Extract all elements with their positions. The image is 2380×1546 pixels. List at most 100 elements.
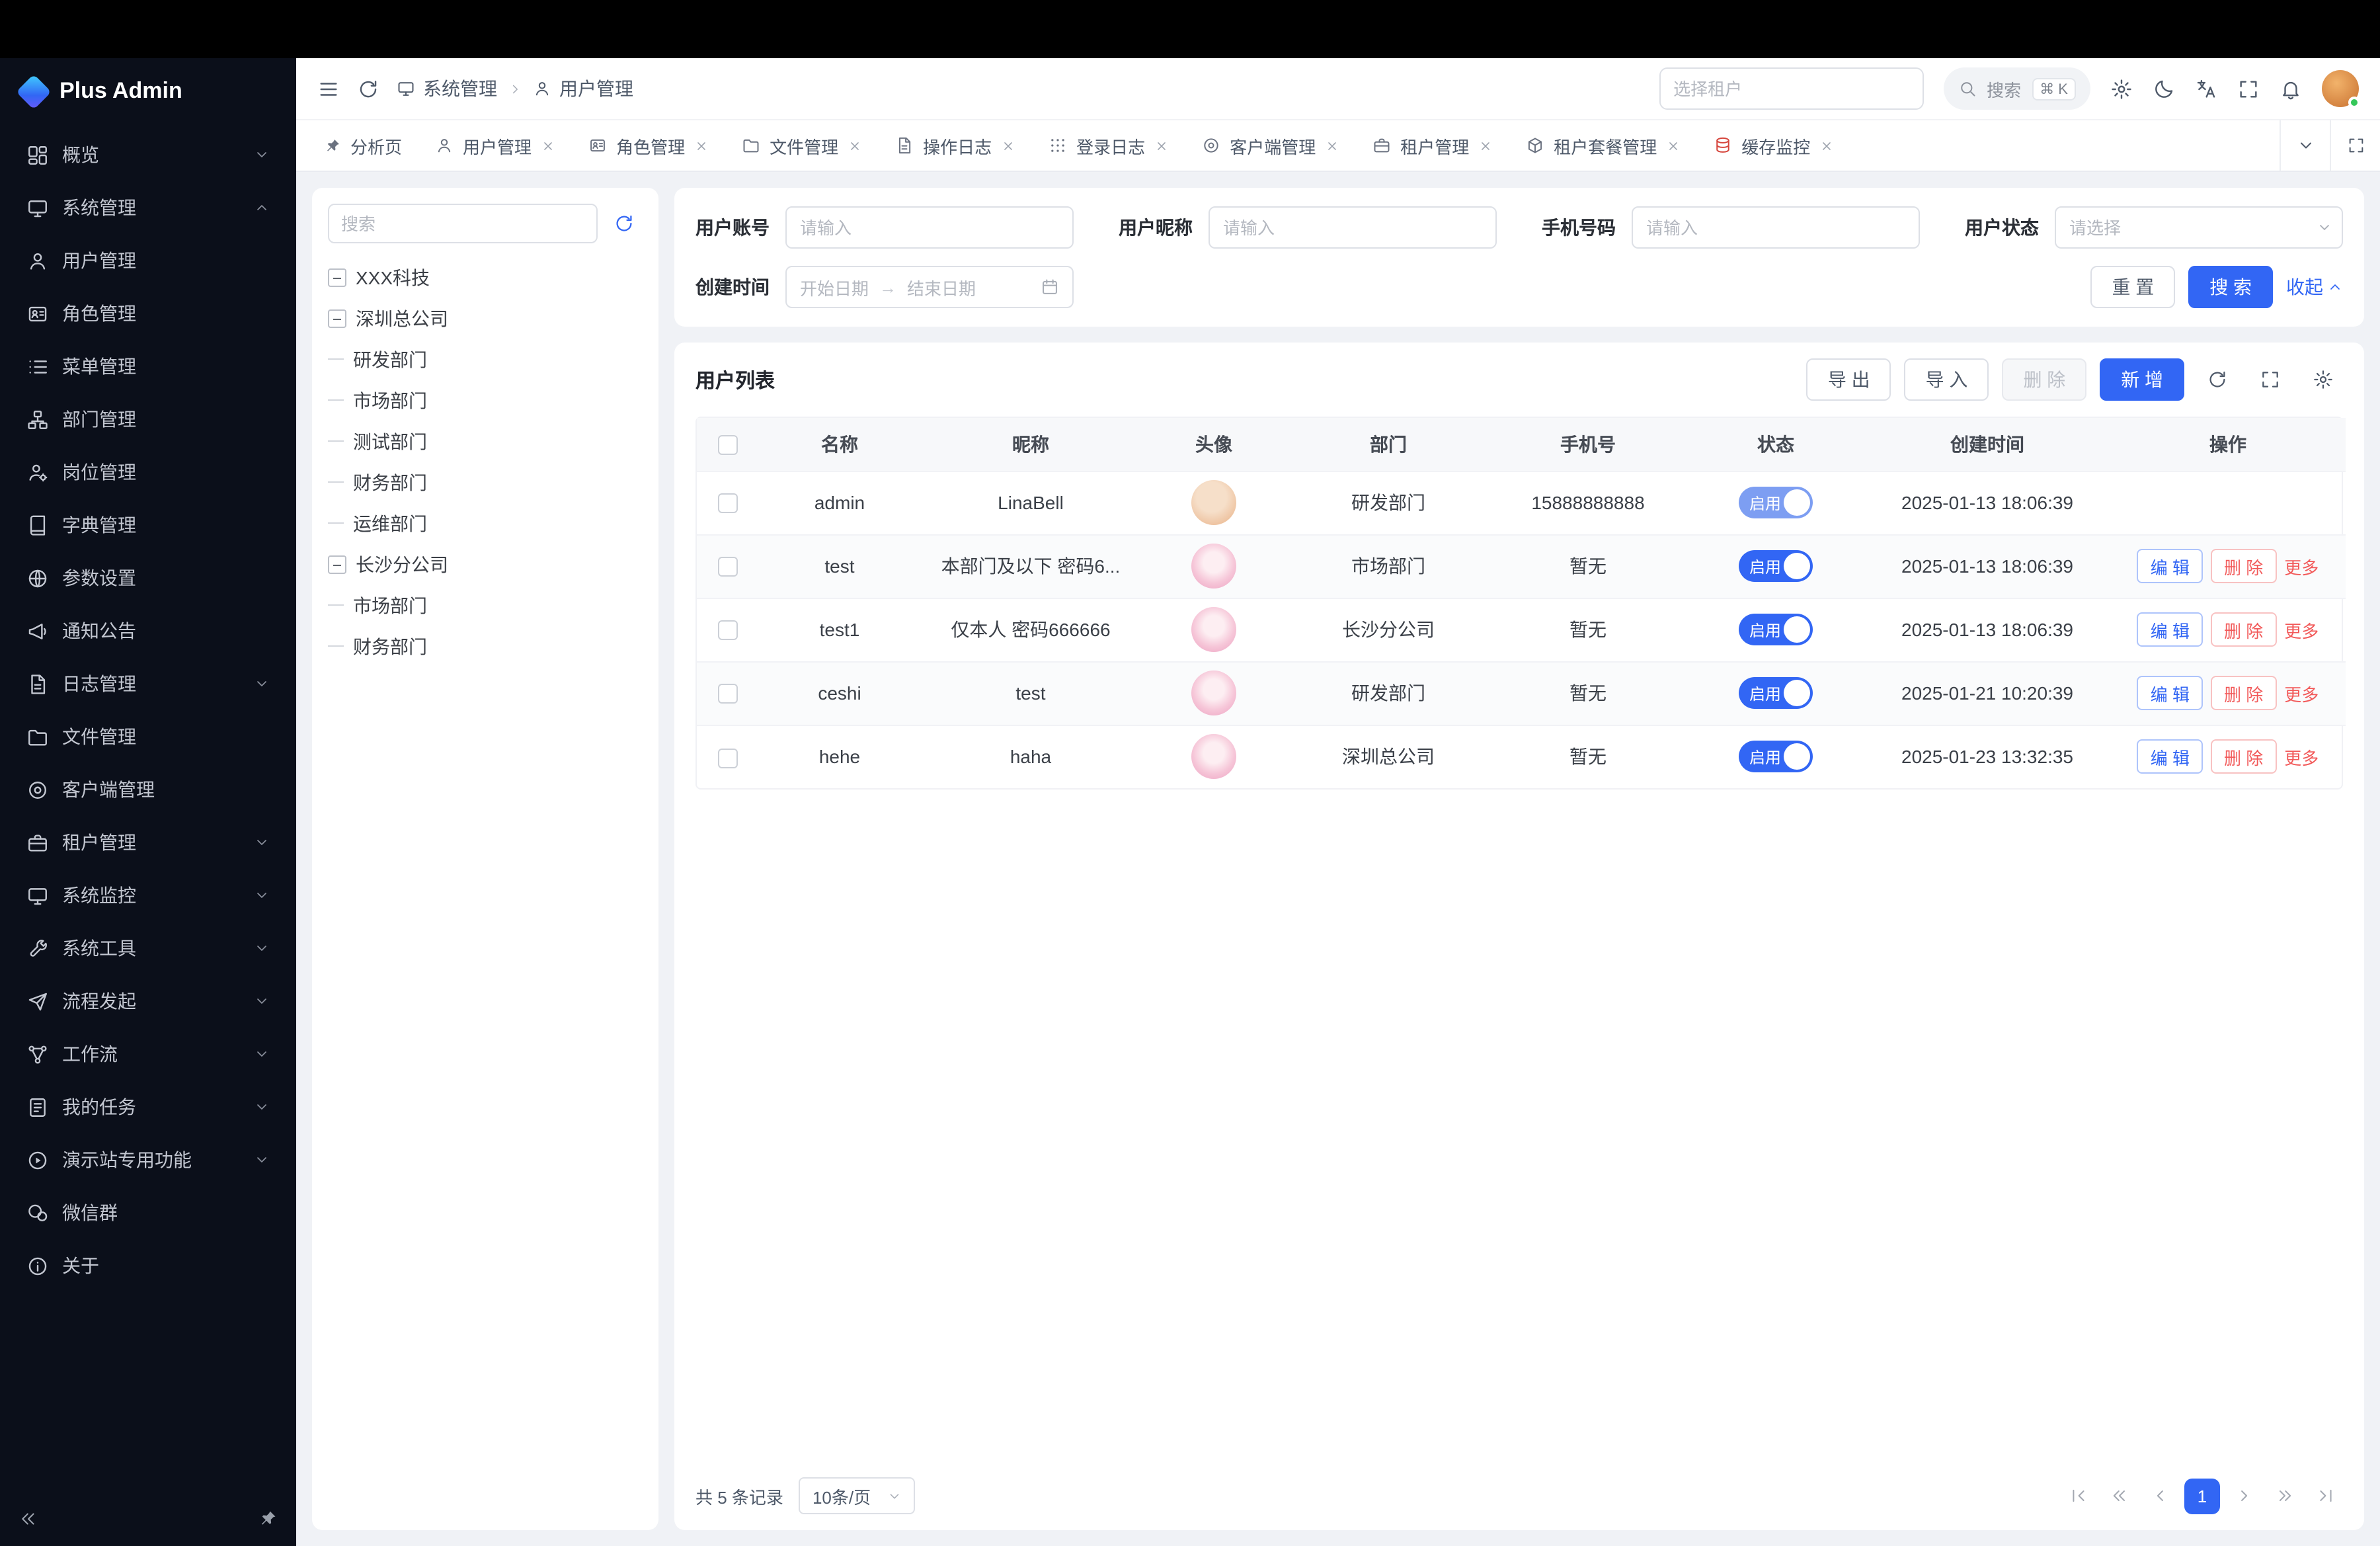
tree-refresh-button[interactable] <box>606 205 643 242</box>
sidebar-item[interactable]: 文件管理 <box>13 712 283 762</box>
sidebar-item[interactable]: 演示站专用功能 <box>13 1135 283 1185</box>
sidebar-item[interactable]: 通知公告 <box>13 606 283 656</box>
hamburger-menu-button[interactable] <box>317 77 340 100</box>
close-icon[interactable] <box>541 138 555 153</box>
sidebar-item[interactable]: 关于 <box>13 1241 283 1291</box>
filter-field-input[interactable] <box>1632 206 1920 249</box>
prev-page-button[interactable] <box>2143 1479 2178 1513</box>
tree-expand-box[interactable] <box>328 268 346 286</box>
sidebar-item[interactable]: 概览 <box>13 130 283 180</box>
sidebar-item[interactable]: 微信群 <box>13 1188 283 1238</box>
tab[interactable]: 角色管理 <box>574 126 723 165</box>
row-checkbox[interactable] <box>717 748 737 768</box>
close-icon[interactable] <box>1819 138 1834 153</box>
date-range-picker[interactable]: 开始日期 → 结束日期 <box>785 266 1074 308</box>
tab[interactable]: 分析页 <box>309 126 416 165</box>
tree-node[interactable]: 运维部门 <box>328 503 643 544</box>
tree-node[interactable]: XXX科技 <box>328 257 643 298</box>
last-page-button[interactable] <box>2309 1479 2343 1513</box>
tree-node[interactable]: 财务部门 <box>328 462 643 503</box>
row-checkbox[interactable] <box>717 557 737 577</box>
reset-button[interactable]: 重 置 <box>2090 266 2175 308</box>
delete-button[interactable]: 删 除 <box>2211 740 2276 774</box>
tree-node[interactable]: 深圳总公司 <box>328 298 643 339</box>
tab[interactable]: 操作日志 <box>881 126 1030 165</box>
more-button[interactable]: 更多 <box>2284 617 2319 642</box>
sidebar-item[interactable]: 客户端管理 <box>13 764 283 815</box>
import-button[interactable]: 导 入 <box>1905 358 1989 401</box>
tab[interactable]: 登录日志 <box>1034 126 1183 165</box>
prev-pages-button[interactable] <box>2102 1479 2137 1513</box>
more-button[interactable]: 更多 <box>2284 745 2319 770</box>
tree-node[interactable]: 测试部门 <box>328 421 643 462</box>
row-checkbox[interactable] <box>717 621 737 641</box>
next-pages-button[interactable] <box>2268 1479 2302 1513</box>
app-logo[interactable]: Plus Admin <box>0 58 296 124</box>
sidebar-item[interactable]: 流程发起 <box>13 976 283 1026</box>
more-button[interactable]: 更多 <box>2284 680 2319 706</box>
sidebar-item[interactable]: 系统管理 <box>13 183 283 233</box>
close-icon[interactable] <box>1666 138 1681 153</box>
first-page-button[interactable] <box>2061 1479 2096 1513</box>
edit-button[interactable]: 编 辑 <box>2137 549 2203 583</box>
select-all-checkbox[interactable] <box>717 435 737 455</box>
status-toggle[interactable]: 启用 <box>1739 677 1813 709</box>
sidebar-item[interactable]: 部门管理 <box>13 394 283 444</box>
table-fullscreen-button[interactable] <box>2250 360 2290 399</box>
tab[interactable]: 用户管理 <box>420 126 570 165</box>
delete-button[interactable]: 删 除 <box>2211 549 2276 583</box>
breadcrumb-item-user[interactable]: 用户管理 <box>533 75 633 102</box>
sidebar-item[interactable]: 我的任务 <box>13 1082 283 1132</box>
close-icon[interactable] <box>1154 138 1169 153</box>
delete-button[interactable]: 删 除 <box>2211 612 2276 647</box>
tree-expand-box[interactable] <box>328 309 346 327</box>
content-fullscreen-button[interactable] <box>2330 120 2380 171</box>
collapse-filters-link[interactable]: 收起 <box>2286 274 2343 300</box>
column-settings-button[interactable] <box>2303 360 2343 399</box>
sidebar-item[interactable]: 参数设置 <box>13 553 283 603</box>
notifications-button[interactable] <box>2280 77 2302 100</box>
filter-field-input[interactable] <box>785 206 1074 249</box>
sidebar-collapse-button[interactable] <box>19 1508 38 1528</box>
sidebar-pin-button[interactable] <box>258 1508 278 1528</box>
tab[interactable]: 文件管理 <box>727 126 877 165</box>
status-toggle[interactable]: 启用 <box>1739 614 1813 645</box>
dark-mode-toggle-button[interactable] <box>2153 77 2175 100</box>
tree-node[interactable]: 市场部门 <box>328 585 643 626</box>
edit-button[interactable]: 编 辑 <box>2137 612 2203 647</box>
tree-node[interactable]: 市场部门 <box>328 380 643 421</box>
breadcrumb-item-system[interactable]: 系统管理 <box>397 75 497 102</box>
edit-button[interactable]: 编 辑 <box>2137 740 2203 774</box>
add-user-button[interactable]: 新 增 <box>2100 358 2184 401</box>
current-page-button[interactable]: 1 <box>2184 1478 2220 1514</box>
table-refresh-button[interactable] <box>2198 360 2237 399</box>
next-page-button[interactable] <box>2227 1479 2261 1513</box>
fullscreen-button[interactable] <box>2237 77 2260 100</box>
status-toggle[interactable]: 启用 <box>1739 550 1813 582</box>
delete-button[interactable]: 删 除 <box>2211 676 2276 710</box>
page-size-select[interactable]: 10条/页 <box>799 1477 916 1514</box>
sidebar-item[interactable]: 角色管理 <box>13 288 283 339</box>
edit-button[interactable]: 编 辑 <box>2137 676 2203 710</box>
batch-delete-button[interactable]: 删 除 <box>2002 358 2086 401</box>
sidebar-item[interactable]: 岗位管理 <box>13 447 283 497</box>
close-icon[interactable] <box>1001 138 1015 153</box>
close-icon[interactable] <box>1325 138 1339 153</box>
sidebar-item[interactable]: 租户管理 <box>13 817 283 868</box>
sidebar-item[interactable]: 工作流 <box>13 1029 283 1079</box>
sidebar-item[interactable]: 字典管理 <box>13 500 283 550</box>
settings-gear-button[interactable] <box>2110 77 2133 100</box>
sidebar-item[interactable]: 系统工具 <box>13 923 283 973</box>
sidebar-item[interactable]: 菜单管理 <box>13 341 283 391</box>
tenant-select-input[interactable] <box>1659 67 1923 110</box>
tab[interactable]: 租户管理 <box>1358 126 1507 165</box>
close-icon[interactable] <box>694 138 709 153</box>
sidebar-item[interactable]: 日志管理 <box>13 659 283 709</box>
row-checkbox[interactable] <box>717 494 737 514</box>
search-button[interactable]: 搜 索 <box>2188 266 2273 308</box>
export-button[interactable]: 导 出 <box>1807 358 1891 401</box>
status-toggle[interactable]: 启用 <box>1739 487 1813 518</box>
language-switch-button[interactable] <box>2195 77 2217 100</box>
sidebar-item[interactable]: 用户管理 <box>13 235 283 286</box>
close-icon[interactable] <box>1478 138 1493 153</box>
